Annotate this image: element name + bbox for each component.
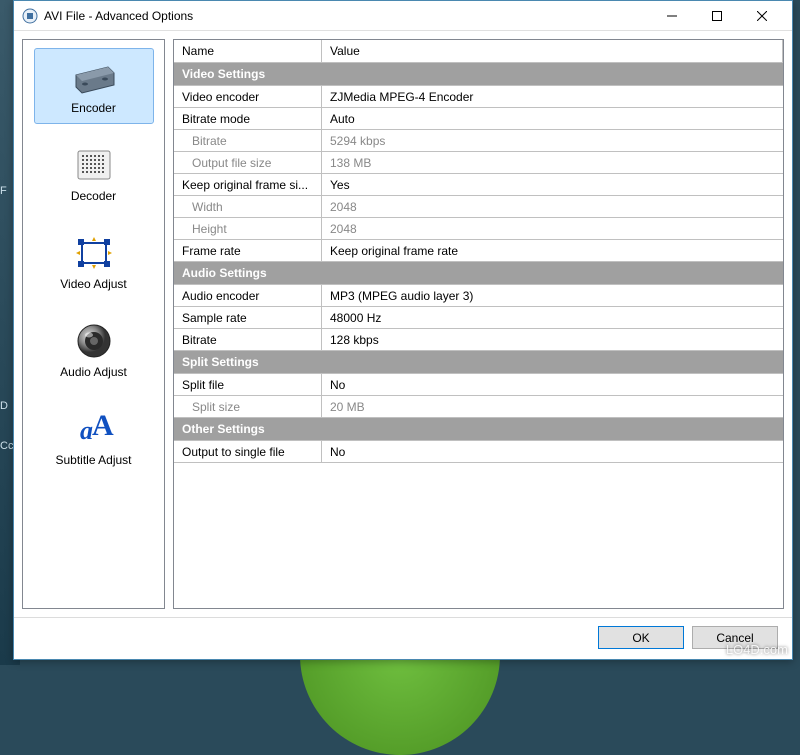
grid-category: Split Settings: [174, 351, 783, 374]
bg-text-f: F: [0, 185, 7, 197]
dialog-footer: OK Cancel: [14, 617, 792, 659]
video-adjust-icon: [70, 233, 118, 273]
grid-category-label: Audio Settings: [174, 262, 275, 284]
grid-row: Output file size138 MB: [174, 152, 783, 174]
grid-category-label: Video Settings: [174, 63, 273, 85]
grid-cell-name: Frame rate: [174, 240, 322, 261]
grid-cell-name: Bitrate mode: [174, 108, 322, 129]
grid-row[interactable]: Output to single fileNo: [174, 441, 783, 463]
grid-row[interactable]: Video encoderZJMedia MPEG-4 Encoder: [174, 86, 783, 108]
grid-header-name[interactable]: Name: [174, 40, 322, 62]
grid-row[interactable]: Sample rate48000 Hz: [174, 307, 783, 329]
sidebar-item-decoder[interactable]: Decoder: [34, 136, 154, 212]
minimize-button[interactable]: [649, 2, 694, 30]
grid-cell-value[interactable]: Keep original frame rate: [322, 240, 783, 261]
grid-cell-value: 5294 kbps: [322, 130, 783, 151]
subtitle-adjust-icon: a A: [70, 409, 118, 449]
grid-cell-name: Sample rate: [174, 307, 322, 328]
grid-cell-name: Video encoder: [174, 86, 322, 107]
grid-cell-value[interactable]: No: [322, 374, 783, 395]
titlebar: AVI File - Advanced Options: [14, 1, 792, 31]
sidebar-label-decoder: Decoder: [71, 189, 116, 203]
grid-cell-value: 20 MB: [322, 396, 783, 417]
grid-cell-value: 138 MB: [322, 152, 783, 173]
grid-cell-value[interactable]: Yes: [322, 174, 783, 195]
bg-text-d: D: [0, 400, 8, 412]
grid-cell-name: Split size: [174, 396, 322, 417]
sidebar-item-video-adjust[interactable]: Video Adjust: [34, 224, 154, 300]
grid-cell-value: 2048: [322, 218, 783, 239]
grid-row: Bitrate5294 kbps: [174, 130, 783, 152]
grid-cell-name: Output to single file: [174, 441, 322, 462]
content-area: Encoder Decoder: [14, 31, 792, 617]
maximize-button[interactable]: [694, 2, 739, 30]
grid-cell-value[interactable]: ZJMedia MPEG-4 Encoder: [322, 86, 783, 107]
sidebar-label-subtitle-adjust: Subtitle Adjust: [55, 453, 131, 467]
grid-cell-name: Height: [174, 218, 322, 239]
grid-category-label: Split Settings: [174, 351, 267, 373]
grid-cell-name: Bitrate: [174, 130, 322, 151]
grid-row[interactable]: Bitrate modeAuto: [174, 108, 783, 130]
grid-row: Width2048: [174, 196, 783, 218]
app-icon: [22, 8, 38, 24]
sidebar-label-encoder: Encoder: [71, 101, 116, 115]
grid-category: Other Settings: [174, 418, 783, 441]
grid-body: Video SettingsVideo encoderZJMedia MPEG-…: [174, 63, 783, 608]
audio-adjust-icon: [70, 321, 118, 361]
watermark: LO4D.com: [726, 642, 788, 657]
grid-cell-name: Width: [174, 196, 322, 217]
window-title: AVI File - Advanced Options: [44, 9, 649, 23]
sidebar-label-video-adjust: Video Adjust: [60, 277, 127, 291]
grid-row: Height2048: [174, 218, 783, 240]
grid-category: Audio Settings: [174, 262, 783, 285]
grid-row[interactable]: Bitrate128 kbps: [174, 329, 783, 351]
decoder-icon: [70, 145, 118, 185]
grid-cell-name: Split file: [174, 374, 322, 395]
sidebar-item-encoder[interactable]: Encoder: [34, 48, 154, 124]
grid-row[interactable]: Keep original frame si...Yes: [174, 174, 783, 196]
close-button[interactable]: [739, 2, 784, 30]
grid-row: Split size20 MB: [174, 396, 783, 418]
grid-category-label: Other Settings: [174, 418, 273, 440]
settings-grid: Name Value Video SettingsVideo encoderZJ…: [173, 39, 784, 609]
sidebar: Encoder Decoder: [22, 39, 165, 609]
grid-cell-value[interactable]: Auto: [322, 108, 783, 129]
titlebar-controls: [649, 2, 784, 30]
grid-header-value[interactable]: Value: [322, 40, 783, 62]
ok-button[interactable]: OK: [598, 626, 684, 649]
sidebar-item-subtitle-adjust[interactable]: a A Subtitle Adjust: [34, 400, 154, 476]
grid-cell-value[interactable]: No: [322, 441, 783, 462]
grid-cell-value[interactable]: MP3 (MPEG audio layer 3): [322, 285, 783, 306]
bg-text-cc: Cc: [0, 440, 13, 452]
grid-row[interactable]: Audio encoderMP3 (MPEG audio layer 3): [174, 285, 783, 307]
dialog-window: AVI File - Advanced Options: [13, 0, 793, 660]
sidebar-item-audio-adjust[interactable]: Audio Adjust: [34, 312, 154, 388]
grid-row[interactable]: Split fileNo: [174, 374, 783, 396]
grid-cell-name: Bitrate: [174, 329, 322, 350]
grid-cell-name: Keep original frame si...: [174, 174, 322, 195]
grid-cell-value[interactable]: 48000 Hz: [322, 307, 783, 328]
svg-text:A: A: [92, 409, 114, 442]
grid-cell-name: Output file size: [174, 152, 322, 173]
encoder-icon: [70, 57, 118, 97]
grid-cell-name: Audio encoder: [174, 285, 322, 306]
grid-header: Name Value: [174, 40, 783, 63]
grid-cell-value: 2048: [322, 196, 783, 217]
grid-cell-value[interactable]: 128 kbps: [322, 329, 783, 350]
grid-category: Video Settings: [174, 63, 783, 86]
grid-row[interactable]: Frame rateKeep original frame rate: [174, 240, 783, 262]
sidebar-label-audio-adjust: Audio Adjust: [60, 365, 127, 379]
